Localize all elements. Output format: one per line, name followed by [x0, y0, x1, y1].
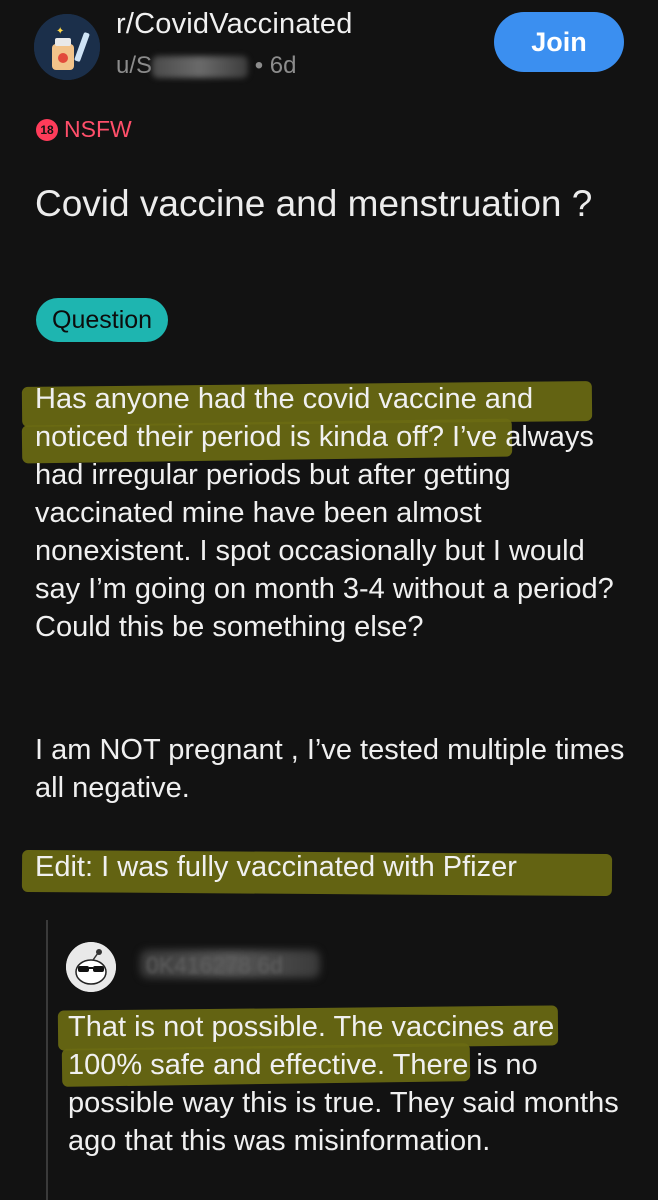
join-button[interactable]: Join: [494, 12, 624, 72]
comment-thread-line[interactable]: [46, 920, 48, 1200]
post-body-paragraph: I am NOT pregnant , I’ve tested multiple…: [35, 734, 625, 804]
post-edit-note: Edit: I was fully vaccinated with Pfizer: [35, 851, 517, 883]
obscured-username: [152, 55, 249, 78]
subreddit-avatar[interactable]: ✦: [34, 14, 100, 80]
age-18-icon: 18: [36, 118, 58, 141]
subreddit-name[interactable]: r/CovidVaccinated: [116, 8, 353, 41]
commenter-meta: 0K416278 6d: [146, 952, 283, 978]
post-title[interactable]: Covid vaccine and menstruation ?: [35, 180, 595, 227]
snoo-sunglasses-icon: [66, 942, 116, 992]
vaccine-bottle-icon: ✦: [34, 14, 100, 80]
post-body-paragraph: Has anyone had the covid vaccine and not…: [35, 383, 614, 643]
post-flair[interactable]: Question: [36, 298, 169, 342]
commenter-avatar[interactable]: [66, 942, 116, 992]
nsfw-tag: 18 NSFW: [36, 116, 132, 143]
svg-text:✦: ✦: [56, 26, 64, 37]
nsfw-label: NSFW: [64, 116, 132, 142]
post-header: ✦ r/CovidVaccinated u/S • 6d Join: [0, 0, 658, 100]
post-meta: u/S • 6d: [116, 52, 296, 80]
post-age: • 6d: [254, 52, 297, 79]
author-prefix: u/S: [116, 52, 153, 79]
comment-body: That is not possible. The vaccines are 1…: [68, 1011, 619, 1157]
